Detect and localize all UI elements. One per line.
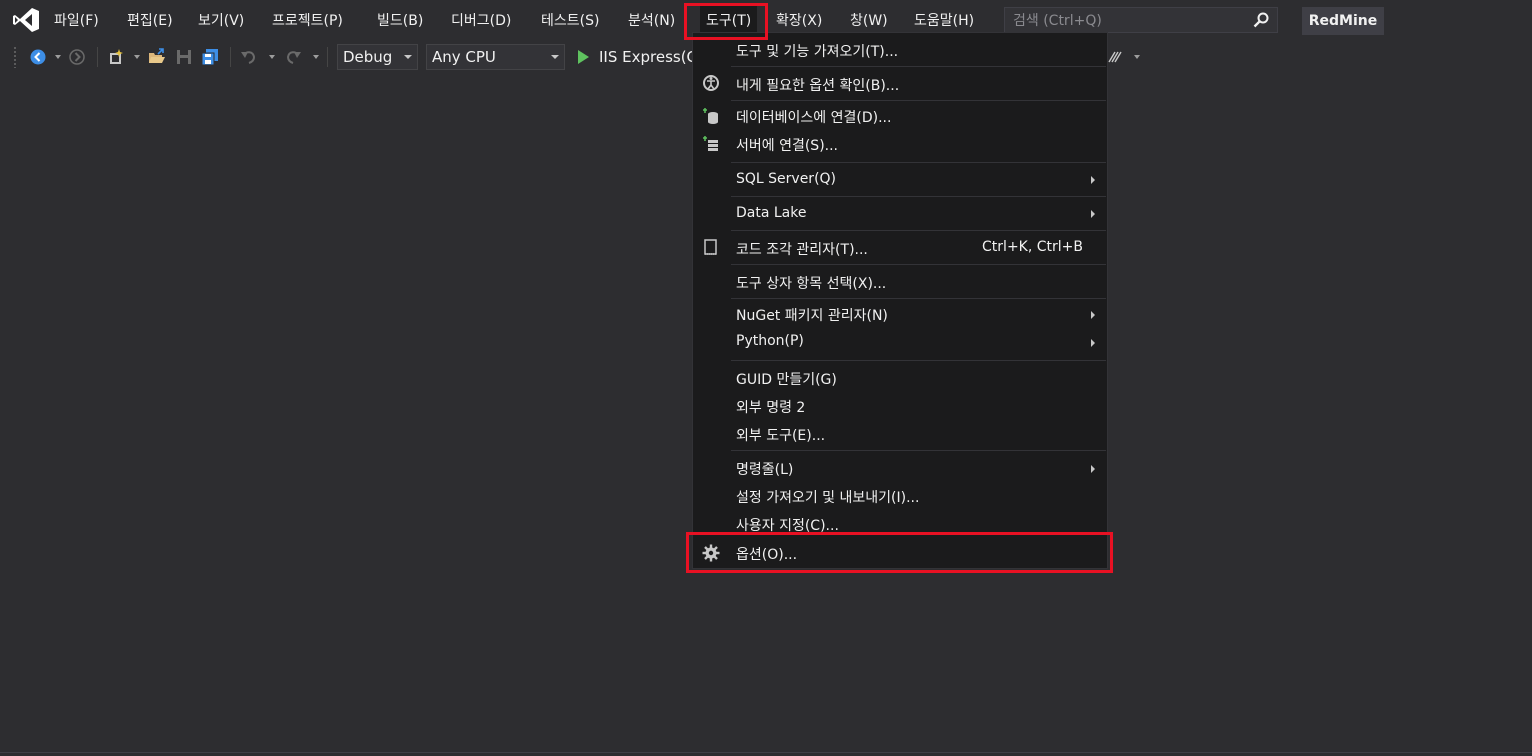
toolbar-separator [230,47,231,67]
submenu-arrow-icon [1091,339,1095,347]
submenu-arrow-icon [1091,210,1095,218]
navigate-forward-icon[interactable] [68,48,86,66]
tools-menu-dropdown: 도구 및 기능 가져오기(T)... 내게 필요한 옵션 확인(B)... 데이… [692,32,1108,569]
toolbar-grip[interactable] [13,46,17,68]
menu-separator [731,162,1106,163]
menu-item-connect-database[interactable]: 데이터베이스에 연결(D)... [693,102,1107,130]
navigate-back-icon[interactable] [29,48,47,66]
menu-item-accessibility-checker[interactable]: 내게 필요한 옵션 확인(B)... [693,68,1107,100]
solution-platform-select[interactable]: Any CPU [426,44,565,70]
solution-platform-value: Any CPU [432,48,496,66]
submenu-arrow-icon [1091,311,1095,319]
menu-item-code-snippets-manager[interactable]: 코드 조각 관리자(T)... Ctrl+K, Ctrl+B [693,232,1107,264]
solution-name-badge: RedMine [1302,7,1384,35]
search-icon[interactable] [1253,12,1269,28]
new-project-dropdown-icon[interactable] [134,55,140,59]
undo-dropdown-icon[interactable] [269,55,275,59]
menu-file[interactable]: 파일(F) [54,10,99,32]
visual-studio-logo-icon [13,8,39,32]
menu-edit[interactable]: 편집(E) [127,10,173,32]
menu-separator [731,298,1106,299]
start-debugging-button[interactable]: IIS Express(Chrome) [576,46,696,68]
menu-separator [731,100,1106,101]
connect-server-icon [703,136,718,151]
menu-separator [731,264,1106,265]
menu-item-import-export-settings[interactable]: 설정 가져오기 및 내보내기(I)... [693,482,1107,510]
menu-separator [731,360,1106,361]
menu-help[interactable]: 도움말(H) [914,10,974,32]
menu-item-customize[interactable]: 사용자 지정(C)... [693,510,1107,538]
menu-test[interactable]: 테스트(S) [541,10,599,32]
search-input[interactable] [1011,10,1245,32]
menu-debug[interactable]: 디버그(D) [451,10,511,32]
accessibility-checker-icon [703,75,719,91]
toolbar-overflow-icon[interactable] [1106,48,1124,66]
open-file-icon[interactable] [148,48,166,66]
menu-item-external-tools[interactable]: 외부 도구(E)... [693,420,1107,448]
navigate-back-dropdown-icon[interactable] [55,55,61,59]
menu-window[interactable]: 창(W) [850,10,888,32]
menu-item-get-tools-and-features[interactable]: 도구 및 기능 가져오기(T)... [693,34,1107,66]
chevron-down-icon [551,55,559,59]
menu-item-nuget-package-manager[interactable]: NuGet 패키지 관리자(N) [693,300,1107,328]
menu-item-command-line[interactable]: 명령줄(L) [693,454,1107,482]
menu-item-sql-server[interactable]: SQL Server(Q) [693,164,1107,196]
menu-item-options[interactable]: 옵션(O)... [693,538,1107,568]
bottom-edge-line [0,752,1532,753]
menu-item-python[interactable]: Python(P) [693,328,1107,356]
menu-separator [731,196,1106,197]
menu-extensions[interactable]: 확장(X) [776,10,822,32]
menu-build[interactable]: 빌드(B) [377,10,423,32]
save-icon[interactable] [175,48,193,66]
solution-configuration-value: Debug [343,48,393,66]
toolbar-options-dropdown-icon[interactable] [1134,55,1140,59]
save-all-icon[interactable] [201,48,219,66]
toolbar-separator [327,47,328,67]
toolbar-separator [97,47,98,67]
search-box[interactable] [1004,7,1278,33]
gear-icon [702,544,720,562]
code-snippet-icon [704,239,717,255]
menu-separator [731,230,1106,231]
menu-analyze[interactable]: 분석(N) [628,10,675,32]
new-project-icon[interactable] [107,48,125,66]
menu-separator [731,66,1106,67]
run-target-label: IIS Express(Chrome) [599,48,696,66]
redo-dropdown-icon[interactable] [313,55,319,59]
solution-configuration-select[interactable]: Debug [337,44,418,70]
submenu-arrow-icon [1091,176,1095,184]
menu-project[interactable]: 프로젝트(P) [272,10,343,32]
redo-icon[interactable] [284,48,302,66]
chevron-down-icon [404,55,412,59]
submenu-arrow-icon [1091,465,1095,473]
menu-separator [731,450,1106,451]
menu-view[interactable]: 보기(V) [198,10,244,32]
menu-item-data-lake[interactable]: Data Lake [693,198,1107,230]
shortcut-text: Ctrl+K, Ctrl+B [982,239,1083,255]
connect-database-icon [703,108,718,124]
undo-icon[interactable] [240,48,258,66]
play-icon [578,50,589,64]
menu-item-choose-toolbox-items[interactable]: 도구 상자 항목 선택(X)... [693,266,1107,298]
menu-item-external-command-2[interactable]: 외부 명령 2 [693,392,1107,420]
menu-item-connect-server[interactable]: 서버에 연결(S)... [693,130,1107,158]
menu-item-create-guid[interactable]: GUID 만들기(G) [693,364,1107,392]
